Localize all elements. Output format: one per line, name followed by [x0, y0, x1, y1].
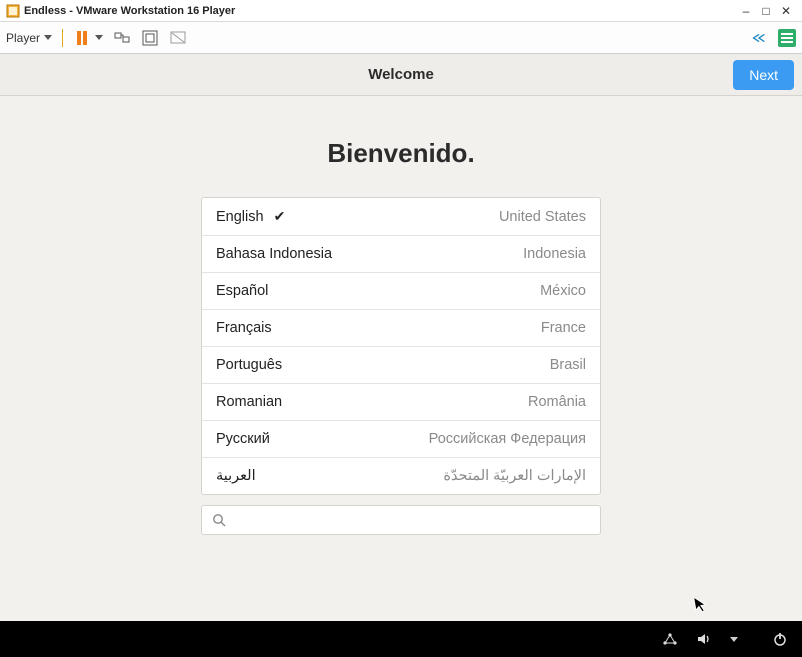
language-row[interactable]: Русский Российская Федерация — [202, 421, 600, 458]
guest-display: Welcome Next Bienvenido. English✔ United … — [0, 54, 802, 657]
installer-screen: Welcome Next Bienvenido. English✔ United … — [0, 54, 802, 621]
language-row[interactable]: Romanian România — [202, 384, 600, 421]
language-row[interactable]: Português Brasil — [202, 347, 600, 384]
check-icon: ✔ — [274, 208, 286, 225]
language-row[interactable]: Español México — [202, 273, 600, 310]
vmware-toolbar: Player — [0, 22, 802, 54]
send-ctrl-alt-del-icon[interactable] — [113, 29, 131, 47]
language-name: Español — [216, 283, 268, 299]
language-row[interactable]: العربية الإمارات العربيّة المتحدّة — [202, 458, 600, 494]
system-menu-chevron[interactable] — [730, 637, 738, 642]
chevron-down-icon — [44, 35, 52, 40]
language-country: Российская Федерация — [429, 431, 586, 447]
language-country: United States — [499, 209, 586, 225]
language-name: العربية — [216, 468, 256, 484]
window-maximize-button[interactable]: □ — [756, 4, 776, 18]
language-name: Bahasa Indonesia — [216, 246, 332, 262]
fullscreen-icon[interactable] — [141, 29, 159, 47]
window-minimize-button[interactable]: – — [736, 4, 756, 18]
language-country: الإمارات العربيّة المتحدّة — [443, 468, 586, 484]
language-country: France — [541, 320, 586, 336]
page-title: Welcome — [368, 66, 434, 83]
vmware-app-icon — [6, 4, 20, 18]
language-name: Français — [216, 320, 272, 336]
player-menu[interactable]: Player — [6, 31, 52, 45]
unity-mode-icon[interactable] — [169, 29, 187, 47]
language-name: Romanian — [216, 394, 282, 410]
pause-icon[interactable] — [73, 29, 91, 47]
language-country: Indonesia — [523, 246, 586, 262]
language-row[interactable]: Français France — [202, 310, 600, 347]
welcome-heading: Bienvenido. — [327, 138, 474, 169]
os-taskbar — [0, 621, 802, 657]
language-search[interactable] — [201, 505, 601, 535]
language-name: English✔ — [216, 208, 285, 225]
volume-icon[interactable] — [696, 631, 712, 647]
language-search-input[interactable] — [234, 512, 590, 528]
player-menu-label: Player — [6, 31, 40, 45]
language-list: English✔ United States Bahasa Indonesia Ind… — [201, 197, 601, 495]
installer-header: Welcome Next — [0, 54, 802, 96]
language-country: Brasil — [550, 357, 586, 373]
chevron-down-icon[interactable] — [95, 35, 103, 40]
window-titlebar: Endless - VMware Workstation 16 Player –… — [0, 0, 802, 22]
window-close-button[interactable]: ✕ — [776, 4, 796, 18]
cycle-screens-icon[interactable] — [750, 29, 768, 47]
language-name: Русский — [216, 431, 270, 447]
notes-icon[interactable] — [778, 29, 796, 47]
language-row[interactable]: Bahasa Indonesia Indonesia — [202, 236, 600, 273]
installer-content: Bienvenido. English✔ United States Bahasa … — [0, 96, 802, 621]
search-icon — [212, 513, 226, 527]
language-row[interactable]: English✔ United States — [202, 198, 600, 236]
window-title: Endless - VMware Workstation 16 Player — [24, 5, 235, 17]
language-name: Português — [216, 357, 282, 373]
network-icon[interactable] — [662, 631, 678, 647]
language-country: México — [540, 283, 586, 299]
toolbar-separator — [62, 29, 63, 47]
next-button[interactable]: Next — [733, 60, 794, 90]
power-icon[interactable] — [772, 631, 788, 647]
language-country: România — [528, 394, 586, 410]
